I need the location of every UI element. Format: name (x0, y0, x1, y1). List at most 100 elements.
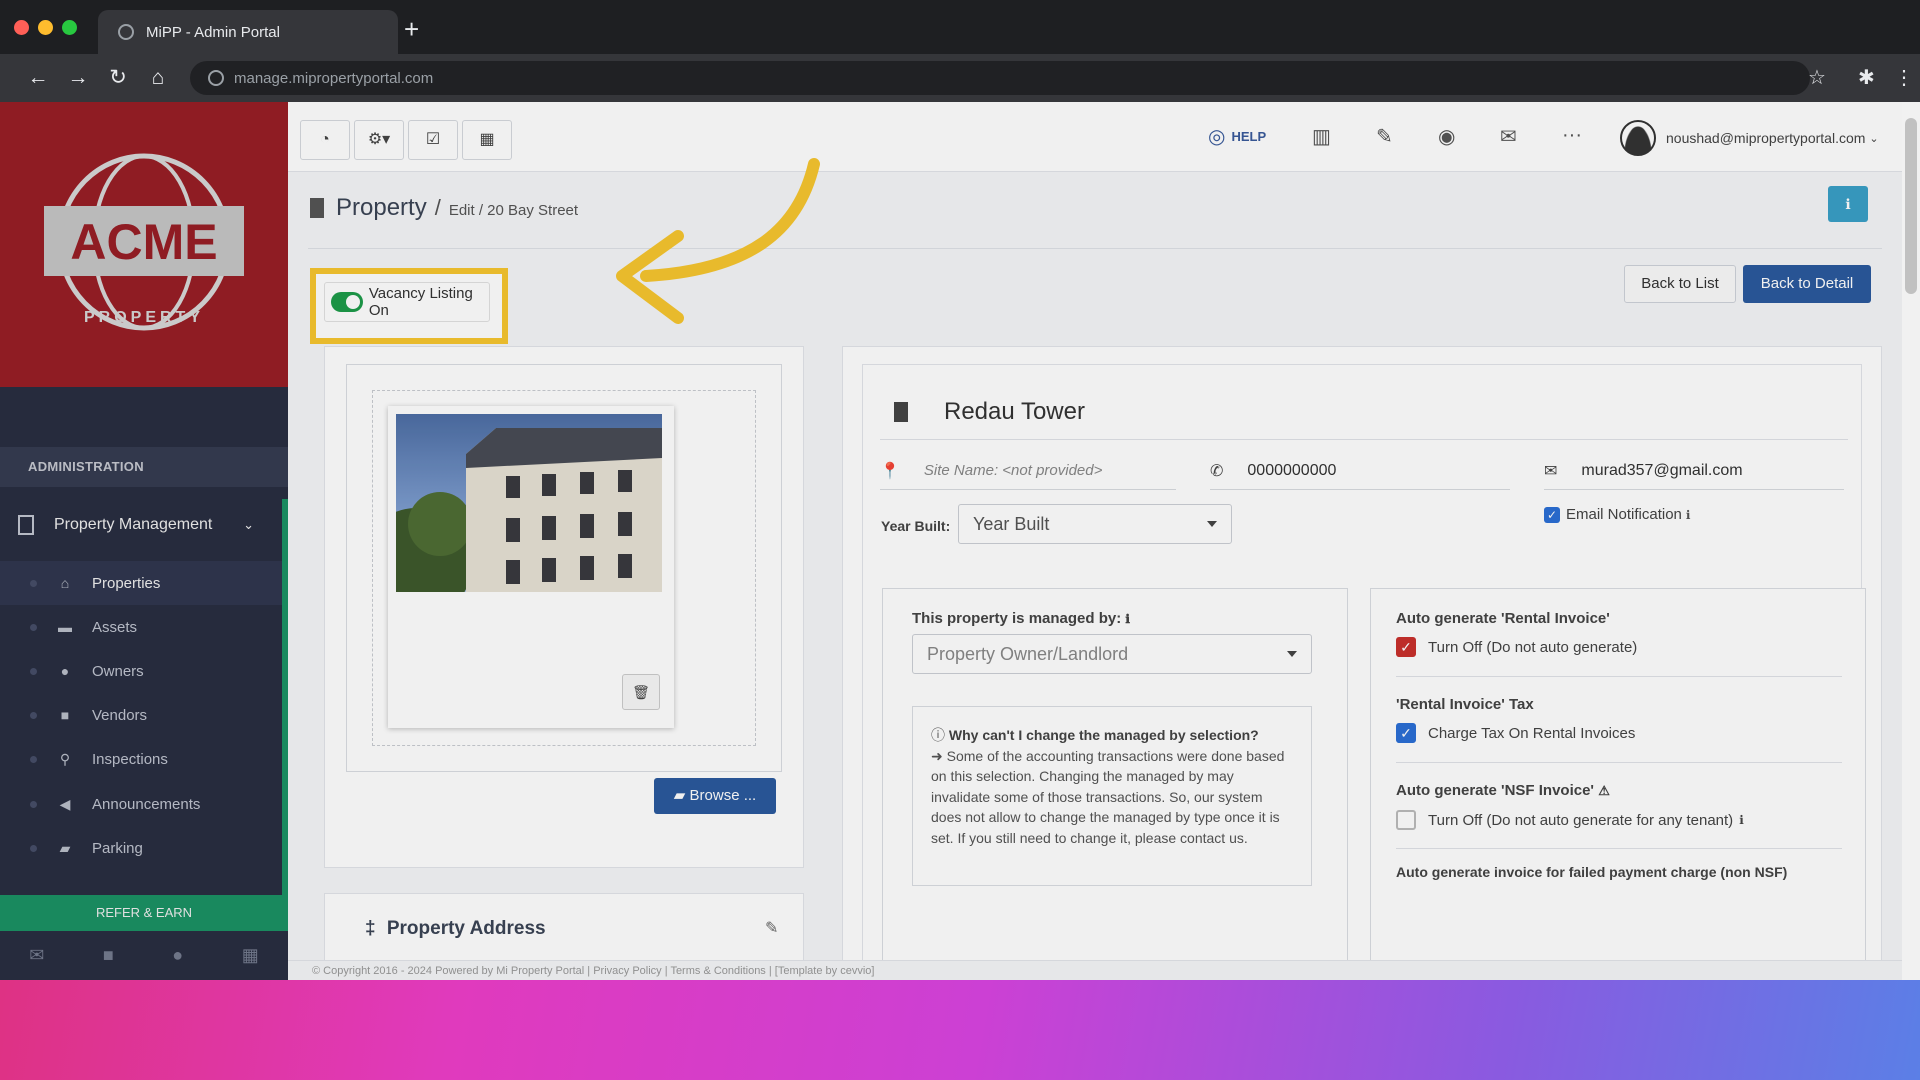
phone-value: 0000000000 (1247, 461, 1337, 479)
close-window-button[interactable] (14, 20, 29, 35)
mail-icon[interactable]: ✉ (29, 945, 44, 966)
property-photo (396, 414, 662, 592)
footer: © Copyright 2016 - 2024 Powered by Mi Pr… (288, 960, 1902, 980)
sidebar-item-label: Owners (92, 662, 144, 680)
nsf-invoice-title-text: Auto generate 'NSF Invoice' (1396, 782, 1595, 799)
managed-by-select[interactable]: Property Owner/Landlord (912, 634, 1312, 674)
wrench-icon[interactable]: ✎ (1376, 124, 1393, 149)
sidebar-item-properties[interactable]: ⌂ Properties (0, 561, 282, 605)
email-notification-checkbox[interactable]: ✓ Email Notification ℹ (1544, 506, 1690, 523)
user-menu[interactable]: noushad@mipropertyportal.com ⌄ (1620, 120, 1879, 156)
back-to-list-button[interactable]: Back to List (1624, 265, 1736, 303)
sidebar-item-assets[interactable]: ▬ Assets (0, 605, 282, 649)
vacancy-label: Vacancy Listing On (368, 285, 473, 319)
new-tab-button[interactable]: + (404, 16, 419, 42)
sidebar-item-vendors[interactable]: ■ Vendors (0, 693, 282, 737)
extensions-icon[interactable]: ✱ (1858, 64, 1875, 92)
sidebar-bottom-icons: ✉ ■ ● ▦ (0, 931, 288, 980)
property-management-group[interactable]: Property Management ⌄ (0, 499, 282, 551)
property-name: Redau Tower (944, 398, 1085, 425)
divider (1396, 762, 1842, 763)
browse-label: Browse ... (689, 787, 757, 804)
email-value: murad357@gmail.com (1581, 461, 1743, 479)
year-built-select[interactable]: Year Built (958, 504, 1232, 544)
calculator-icon[interactable]: ▦ (462, 120, 512, 160)
site-name-field[interactable]: 📍 Site Name: <not provided> (880, 452, 1176, 490)
signpost-icon: ‡ (365, 918, 376, 939)
help-button[interactable]: ◎ HELP (1208, 124, 1266, 149)
breadcrumb-rest[interactable]: Edit / 20 Bay Street (449, 202, 578, 219)
year-built-value: Year Built (973, 513, 1050, 534)
charge-tax-checkbox[interactable]: ✓ Charge Tax On Rental Invoices (1396, 723, 1635, 743)
site-info-icon[interactable] (208, 70, 224, 86)
maximize-window-button[interactable] (62, 20, 77, 35)
bullet (30, 623, 37, 631)
toggle-switch[interactable] (331, 292, 363, 312)
browser-menu-icon[interactable]: ⋮ (1894, 64, 1914, 92)
browser-tab[interactable]: MiPP - Admin Portal (98, 10, 398, 54)
minimize-window-button[interactable] (38, 20, 53, 35)
briefcase-icon: ■ (60, 707, 70, 723)
settings-dropdown-icon[interactable]: ⚙▾ (354, 120, 404, 160)
group-label: Property Management (54, 516, 213, 533)
email-field[interactable]: ✉ murad357@gmail.com (1544, 452, 1844, 490)
info-button[interactable]: ℹ (1828, 186, 1868, 222)
divider (308, 248, 1882, 249)
sidebar-item-parking[interactable]: ▰ Parking (0, 826, 282, 870)
sidebar-item-owners[interactable]: ● Owners (0, 649, 282, 693)
more-icon[interactable]: ··· (1562, 124, 1582, 147)
megaphone-icon: ◀ (59, 795, 71, 812)
sidebar-item-label: Inspections (92, 750, 168, 768)
managed-by-title: This property is managed by: ℹ (912, 610, 1130, 627)
home-icon[interactable]: ⌂ (144, 64, 172, 92)
nsf-invoice-title: Auto generate 'NSF Invoice' ⚠ (1396, 782, 1610, 799)
sidebar-item-inspections[interactable]: ⚲ Inspections (0, 737, 282, 781)
refer-earn-button[interactable]: REFER & EARN (0, 895, 288, 931)
divider (1396, 676, 1842, 677)
edit-icon[interactable]: ✎ (765, 918, 778, 938)
browse-button[interactable]: ▰ Browse ... (654, 778, 776, 814)
caret-down-icon (1287, 651, 1297, 657)
browser-window: MiPP - Admin Portal + ← → ↻ ⌂ manage.mip… (0, 0, 1920, 980)
calculator-icon[interactable]: ▦ (242, 945, 259, 966)
admin-section-label: ADMINISTRATION (0, 447, 288, 487)
page-title: Property (336, 194, 427, 221)
delete-photo-button[interactable]: 🗑 (622, 674, 660, 710)
failed-payment-title: Auto generate invoice for failed payment… (1396, 864, 1788, 880)
folder-icon: ▰ (673, 787, 686, 804)
sidebar-item-announcements[interactable]: ◀ Announcements (0, 782, 282, 826)
envelope-icon[interactable]: ✉ (1500, 124, 1517, 149)
phone-field[interactable]: ✆ 0000000000 (1210, 452, 1510, 490)
note-body: Some of the accounting transactions were… (931, 747, 1285, 846)
browser-tabbar: MiPP - Admin Portal + (0, 0, 1920, 54)
nsf-invoice-off-checkbox[interactable]: Turn Off (Do not auto generate for any t… (1396, 810, 1744, 830)
building-icon (310, 198, 324, 218)
chart-icon[interactable]: ▥ (1312, 124, 1331, 149)
rental-invoice-title: Auto generate 'Rental Invoice' (1396, 610, 1610, 627)
back-to-detail-button[interactable]: Back to Detail (1743, 265, 1871, 303)
eye-icon[interactable]: ◉ (1438, 124, 1455, 149)
divider (880, 439, 1848, 440)
address-bar[interactable]: manage.mipropertyportal.com (190, 61, 1810, 95)
info-icon: ℹ (1125, 612, 1130, 626)
vacancy-toggle[interactable]: Vacancy Listing On (324, 282, 490, 322)
calendar-icon[interactable]: ☑ (408, 120, 458, 160)
scrollbar-thumb[interactable] (1905, 118, 1917, 294)
sidebar-item-label: Vendors (92, 706, 148, 724)
vacancy-highlight: Vacancy Listing On (310, 268, 508, 344)
email-notification-label: Email Notification (1566, 506, 1682, 523)
dashboard-icon[interactable]: ◔ (300, 120, 350, 160)
question-icon: ⓘ (931, 727, 945, 743)
bullet (30, 667, 37, 675)
reload-icon[interactable]: ↻ (104, 64, 132, 92)
forward-arrow-icon[interactable]: → (64, 64, 92, 92)
back-arrow-icon[interactable]: ← (24, 64, 52, 92)
envelope-icon: ✉ (1544, 462, 1558, 480)
star-icon[interactable]: ☆ (1808, 64, 1826, 92)
user-icon[interactable]: ● (172, 945, 183, 966)
sidebar-item-label: Announcements (92, 795, 201, 813)
breadcrumb: Property / Edit / 20 Bay Street (310, 194, 578, 222)
checkmark-icon: ✓ (1396, 637, 1416, 657)
rental-invoice-off-checkbox[interactable]: ✓ Turn Off (Do not auto generate) (1396, 637, 1637, 657)
briefcase-icon[interactable]: ■ (103, 945, 114, 966)
